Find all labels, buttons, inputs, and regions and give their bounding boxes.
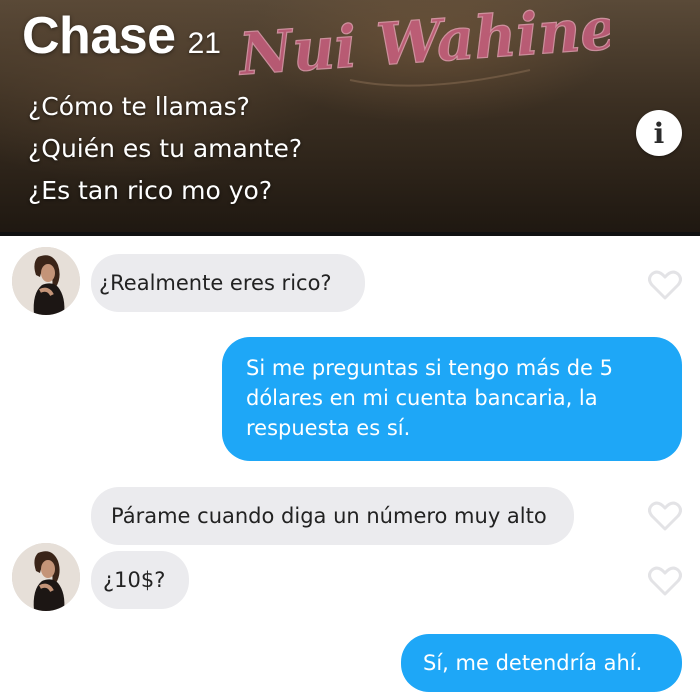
profile-header: Nui Wahine Chase 21 ¿Cómo te llamas? ¿Qu… — [0, 0, 700, 232]
info-icon: i — [653, 116, 665, 150]
message-bubble-received[interactable]: ¿Realmente eres rico? — [91, 254, 365, 312]
profile-age: 21 — [187, 27, 221, 60]
avatar[interactable] — [12, 543, 80, 611]
profile-name: Chase — [22, 7, 176, 65]
message-text: Sí, me detendría ahí. — [423, 651, 643, 675]
heart-icon[interactable] — [648, 566, 682, 596]
header-divider — [0, 232, 700, 236]
message-bubble-sent[interactable]: Si me preguntas si tengo más de 5 dólare… — [222, 337, 682, 461]
bio-line: ¿Quién es tu amante? — [28, 134, 303, 163]
profile-photo-icon — [12, 543, 80, 611]
profile-photo-icon — [12, 247, 80, 315]
tattoo-text: Nui Wahine — [235, 0, 610, 89]
message-bubble-sent[interactable]: Sí, me detendría ahí. — [401, 634, 682, 692]
avatar[interactable] — [12, 247, 80, 315]
message-bubble-received[interactable]: ¿10$? — [91, 551, 189, 609]
heart-icon[interactable] — [648, 270, 682, 300]
message-bubble-received[interactable]: Párame cuando diga un número muy alto — [91, 487, 574, 545]
bio-line: ¿Cómo te llamas? — [28, 92, 250, 121]
message-text: Párame cuando diga un número muy alto — [111, 504, 547, 528]
profile-name-line: Chase 21 — [22, 6, 221, 66]
bio-line: ¿Es tan rico mo yo? — [28, 176, 273, 205]
info-button[interactable]: i — [636, 110, 682, 156]
heart-icon[interactable] — [648, 501, 682, 531]
message-text: ¿Realmente eres rico? — [99, 271, 332, 295]
message-text: ¿10$? — [103, 568, 166, 592]
profile-bio: ¿Cómo te llamas? ¿Quién es tu amante? ¿E… — [28, 86, 302, 212]
message-text: Si me preguntas si tengo más de 5 dólare… — [246, 356, 613, 440]
